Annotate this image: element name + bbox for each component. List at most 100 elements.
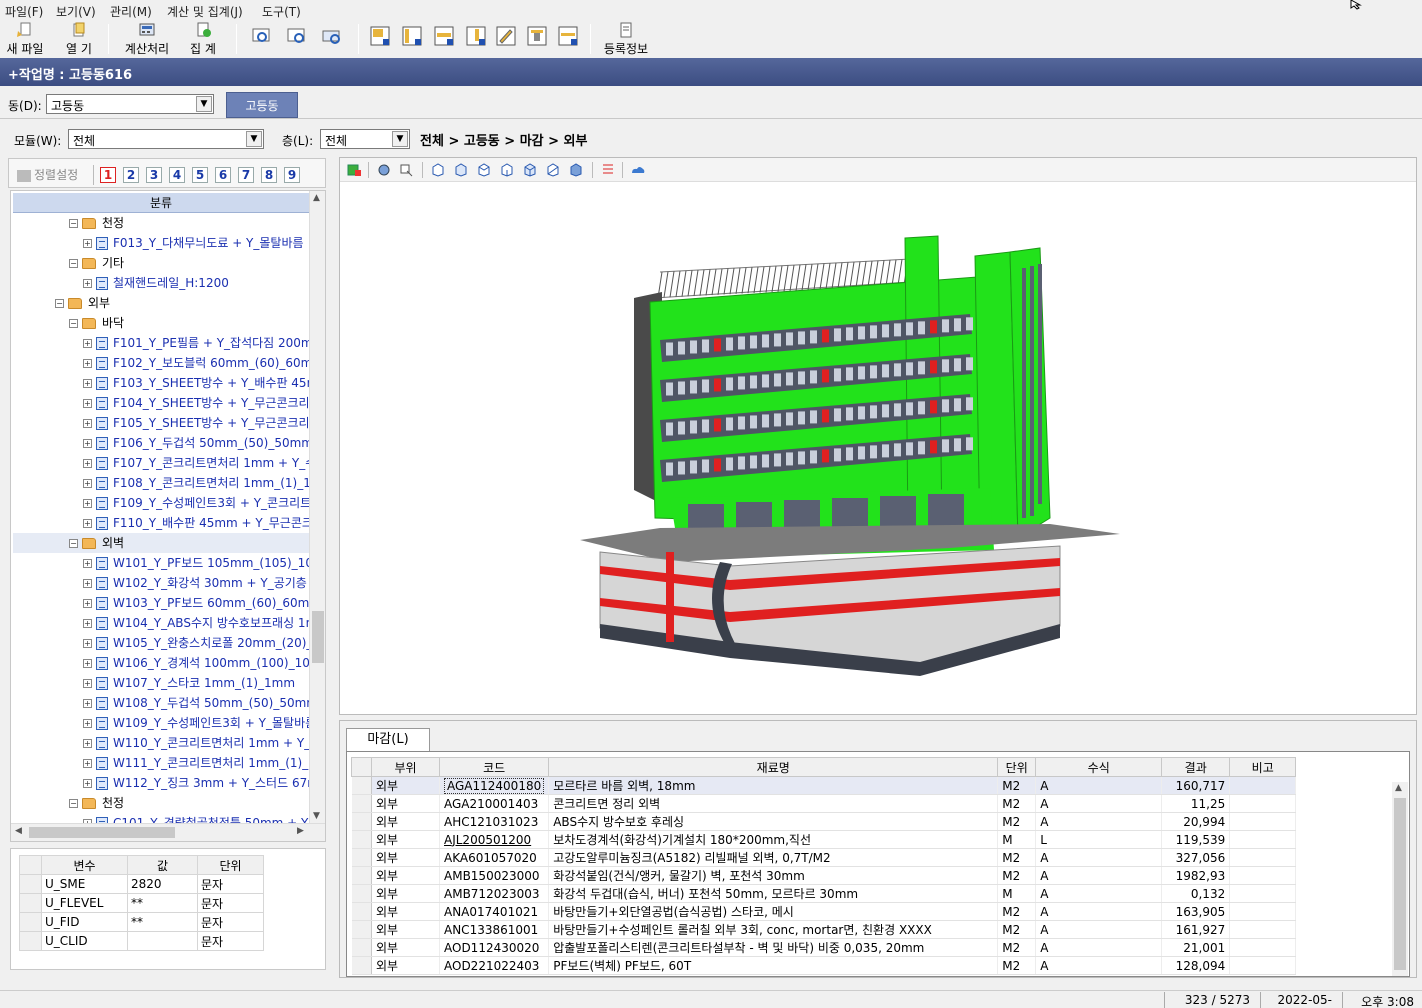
sort-number-9[interactable]: 9 xyxy=(284,167,300,183)
grid-header-code[interactable]: 코드 xyxy=(438,757,550,777)
model-icon[interactable] xyxy=(346,162,362,177)
cell-part[interactable]: 외부 xyxy=(371,794,440,813)
scroll-right-icon[interactable]: ▶ xyxy=(297,826,304,836)
grid-header-unit[interactable]: 단위 xyxy=(997,757,1037,777)
cell-code[interactable]: AKA601057020 xyxy=(439,848,550,867)
tree-folder[interactable]: − 외부 xyxy=(13,293,309,313)
cell-unit[interactable]: M2 xyxy=(997,848,1037,867)
expand-icon[interactable]: + xyxy=(83,239,92,248)
cell-code[interactable]: AOD221022403 xyxy=(439,956,550,975)
zoom-out-icon[interactable] xyxy=(320,24,344,48)
new-file-button[interactable]: 새 파일 xyxy=(4,22,46,56)
cell-formula[interactable]: A xyxy=(1035,920,1163,939)
collapse-icon[interactable]: − xyxy=(69,259,78,268)
floor-select[interactable]: 전체 ▼ xyxy=(320,129,410,149)
zoom-fit-icon[interactable] xyxy=(250,24,274,48)
table-row[interactable]: 외부 AMB712023003 화강석 두겁대(습식, 버너) 포천석 50mm, … xyxy=(351,884,1297,903)
menu-view[interactable]: 보기(V) xyxy=(56,3,96,20)
cloud-icon[interactable] xyxy=(630,162,646,177)
tree-item[interactable]: + F109_Y_수성페인트3회 + Y_콘크리트 xyxy=(13,493,311,513)
tree-horizontal-scrollbar[interactable]: ◀ ▶ xyxy=(11,823,325,841)
sort-number-7[interactable]: 7 xyxy=(238,167,254,183)
expand-icon[interactable]: + xyxy=(83,459,92,468)
cell-unit[interactable]: M2 xyxy=(997,794,1037,813)
cell-unit[interactable]: M2 xyxy=(997,956,1037,975)
expand-icon[interactable]: + xyxy=(83,679,92,688)
cell-material[interactable]: 화강석붙임(건식/앵커, 물갈기) 벽, 포천석 30mm xyxy=(548,866,999,885)
menu-manage[interactable]: 관리(M) xyxy=(110,3,152,20)
cell-formula[interactable]: L xyxy=(1035,830,1163,849)
sort-settings-button[interactable]: 정렬설정 xyxy=(17,166,78,183)
cell-part[interactable]: 외부 xyxy=(371,956,440,975)
cell-material[interactable]: 모르타르 바름 외벽, 18mm xyxy=(548,776,999,795)
expand-icon[interactable]: + xyxy=(83,419,92,428)
scroll-thumb[interactable] xyxy=(1394,798,1406,970)
scroll-left-icon[interactable]: ◀ xyxy=(15,826,22,836)
grid-header-remark[interactable]: 비고 xyxy=(1229,757,1297,777)
variable-unit[interactable]: 문자 xyxy=(197,931,264,951)
table-row[interactable]: 외부 AMB150023000 화강석붙임(건식/앵커, 물갈기) 벽, 포천석 3… xyxy=(351,866,1297,885)
layout-icon-3[interactable] xyxy=(432,24,456,48)
cell-result[interactable]: 0,132 xyxy=(1161,884,1231,903)
cell-remark[interactable] xyxy=(1229,866,1297,885)
grid-header-material[interactable]: 재료명 xyxy=(548,757,999,777)
cell-remark[interactable] xyxy=(1229,776,1297,795)
tree-folder[interactable]: − 바닥 xyxy=(13,313,309,333)
open-button[interactable]: 열 기 xyxy=(58,22,100,56)
variable-value[interactable]: 2820 xyxy=(127,874,198,894)
tree-item[interactable]: + W110_Y_콘크리트면처리 1mm + Y_수 xyxy=(13,733,321,753)
pan-icon[interactable] xyxy=(398,162,414,177)
tree-folder[interactable]: − 외벽 xyxy=(13,533,309,553)
cell-part[interactable]: 외부 xyxy=(371,884,440,903)
sort-number-6[interactable]: 6 xyxy=(215,167,231,183)
variable-name[interactable]: U_CLID xyxy=(41,931,128,951)
expand-icon[interactable]: + xyxy=(83,499,92,508)
expand-icon[interactable]: + xyxy=(83,759,92,768)
variable-row[interactable]: U_FLEVEL ** 문자 xyxy=(19,893,264,913)
tree-item[interactable]: + F105_Y_SHEET방수 + Y_무근콘크리! xyxy=(13,413,314,433)
tree-item[interactable]: + W108_Y_두겁석 50mm_(50)_50mm xyxy=(13,693,318,713)
layout-icon-2[interactable] xyxy=(400,24,424,48)
cell-result[interactable]: 327,056 xyxy=(1161,848,1231,867)
cell-result[interactable]: 163,905 xyxy=(1161,902,1231,921)
tab-finish[interactable]: 마감(L) xyxy=(346,728,430,752)
variable-value[interactable]: ** xyxy=(127,912,198,932)
layout-icon-6[interactable] xyxy=(556,24,580,48)
variable-unit[interactable]: 문자 xyxy=(197,874,264,894)
cell-unit[interactable]: M xyxy=(997,830,1037,849)
cell-result[interactable]: 11,25 xyxy=(1161,794,1231,813)
cell-code[interactable]: ANA017401021 xyxy=(439,902,550,921)
tree-item[interactable]: + F103_Y_SHEET방수 + Y_배수판 45m xyxy=(13,373,318,393)
table-row[interactable]: 외부 AGA210001403 콘크리트면 정리 외벽 M2 A 11,25 xyxy=(351,794,1297,813)
expand-icon[interactable]: + xyxy=(83,399,92,408)
edit-icon[interactable] xyxy=(494,24,518,48)
aggregate-button[interactable]: 집 계 xyxy=(182,22,224,56)
menu-tools[interactable]: 도구(T) xyxy=(262,3,301,20)
tree-item[interactable]: + F107_Y_콘크리트면처리 1mm + Y_수 xyxy=(13,453,316,473)
tree-item[interactable]: + F110_Y_배수판 45mm + Y_무근콘크i xyxy=(13,513,316,533)
module-select[interactable]: 전체 ▼ xyxy=(68,129,264,149)
cell-material[interactable]: 콘크리트면 정리 외벽 xyxy=(548,794,999,813)
collapse-icon[interactable]: − xyxy=(55,299,64,308)
tree-folder[interactable]: − 천정 xyxy=(13,793,309,813)
variable-row[interactable]: U_SME 2820 문자 xyxy=(19,874,264,894)
cell-formula[interactable]: A xyxy=(1035,938,1163,957)
view-cube-icon-3[interactable] xyxy=(476,162,492,177)
cell-result[interactable]: 161,927 xyxy=(1161,920,1231,939)
tab-dong[interactable]: 고등동 xyxy=(226,92,298,118)
variable-value[interactable]: ** xyxy=(127,893,198,913)
cell-remark[interactable] xyxy=(1229,848,1297,867)
tree-item[interactable]: + 철재핸드레일_H:1200 xyxy=(13,273,309,293)
layout-icon-1[interactable] xyxy=(368,24,392,48)
cell-unit[interactable]: M xyxy=(997,884,1037,903)
tree-item[interactable]: + F104_Y_SHEET방수 + Y_무근콘크리! xyxy=(13,393,314,413)
scroll-thumb[interactable] xyxy=(29,827,175,838)
cell-code[interactable]: AGA112400180 xyxy=(439,776,550,795)
table-row[interactable]: 외부 AKA601057020 고강도알루미늄징크(A5182) 리빌패널 외벽, … xyxy=(351,848,1297,867)
model-viewer[interactable] xyxy=(339,157,1417,715)
variable-row[interactable]: U_FID ** 문자 xyxy=(19,912,264,932)
collapse-icon[interactable]: − xyxy=(69,799,78,808)
view-cube-icon-4[interactable] xyxy=(499,162,515,177)
cell-formula[interactable]: A xyxy=(1035,812,1163,831)
cell-formula[interactable]: A xyxy=(1035,884,1163,903)
